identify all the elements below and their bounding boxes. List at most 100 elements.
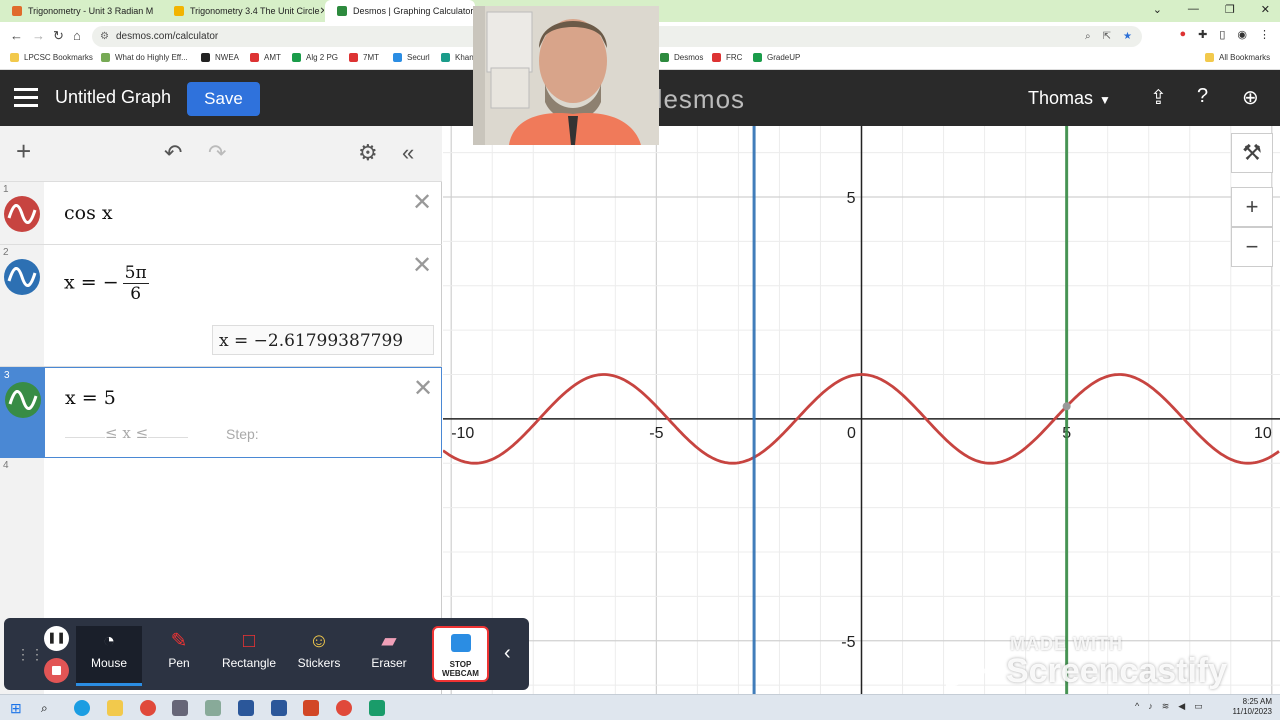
expression-math[interactable]: x = −5π 6	[64, 263, 149, 304]
zoom-out-button[interactable]: −	[1231, 227, 1273, 267]
share-icon[interactable]: ⇪	[1150, 85, 1167, 110]
delete-expression-icon[interactable]: ✕	[412, 188, 432, 217]
zoom-controls: ⚒ + −	[1231, 133, 1273, 267]
app-icon[interactable]	[369, 700, 385, 716]
bookmark-item[interactable]: Securl	[393, 53, 430, 62]
bookmark-item[interactable]: 7MT	[349, 53, 379, 62]
hamburger-menu-icon[interactable]	[14, 88, 38, 108]
reload-icon[interactable]: ↻	[53, 28, 64, 44]
expression-item-1[interactable]: 1 cos x ✕	[0, 182, 442, 245]
collapse-toolbar-icon[interactable]: ‹	[504, 642, 511, 665]
close-icon[interactable]: ✕	[1261, 3, 1270, 16]
bookmark-star-icon[interactable]: ★	[1123, 26, 1132, 47]
wifi-icon[interactable]: ≋	[1162, 701, 1170, 712]
add-item-icon[interactable]: +	[16, 136, 31, 167]
minimize-icon[interactable]: —	[1188, 3, 1199, 16]
webcam-overlay[interactable]	[473, 6, 659, 145]
powerpoint-icon[interactable]	[303, 700, 319, 716]
windows-start-icon[interactable]: ⊞	[10, 700, 26, 716]
delete-expression-icon[interactable]: ✕	[413, 374, 433, 403]
bookmark-item[interactable]: LPCSC Bookmarks	[10, 53, 93, 62]
expression-item-4[interactable]: 4	[0, 458, 442, 498]
redo-icon[interactable]: ↷	[208, 140, 226, 166]
expression-math[interactable]: cos x	[64, 202, 113, 224]
zoom-icon[interactable]: ⌕	[1085, 26, 1091, 47]
tool-mouse[interactable]: ◔ Mouse	[76, 626, 142, 686]
chrome-icon[interactable]	[336, 700, 352, 716]
stop-webcam-button[interactable]: STOP WEBCAM	[432, 626, 489, 682]
undo-icon[interactable]: ↶	[164, 140, 182, 166]
bookmark-item[interactable]: What do Highly Eff...	[101, 53, 188, 62]
tool-eraser[interactable]: ▰ Eraser	[356, 626, 422, 686]
battery-icon[interactable]: ▭	[1194, 701, 1203, 712]
bookmark-item[interactable]: Desmos	[660, 53, 703, 62]
restore-icon[interactable]: ❐	[1225, 3, 1235, 16]
bookmark-item[interactable]: Khan	[441, 53, 474, 62]
forward-arrow-icon[interactable]: →	[32, 28, 45, 43]
graph-color-icon[interactable]	[5, 382, 41, 418]
puzzle-icon[interactable]: ✚	[1198, 28, 1207, 41]
file-explorer-icon[interactable]	[107, 700, 123, 716]
save-button[interactable]: Save	[187, 82, 260, 116]
browser-tab-desmos[interactable]: Desmos | Graphing Calculator	[325, 0, 475, 22]
language-globe-icon[interactable]: ⊕	[1242, 85, 1259, 110]
home-icon[interactable]: ⌂	[73, 28, 81, 43]
profile-avatar-icon[interactable]: ◉	[1237, 28, 1247, 41]
tool-pen[interactable]: ✎ Pen	[146, 626, 212, 686]
bookmark-item[interactable]: Alg 2 PG	[292, 53, 338, 62]
microphone-icon[interactable]: ♪	[1148, 701, 1153, 712]
wrench-icon[interactable]: ⚒	[1231, 133, 1273, 173]
site-info-icon[interactable]: ⚙	[100, 26, 109, 47]
chevron-up-icon[interactable]: ^	[1135, 701, 1139, 712]
help-icon[interactable]: ?	[1197, 85, 1208, 108]
domain-restriction[interactable]: ≤ x ≤	[65, 424, 189, 442]
expression-item-3[interactable]: 3 x = 5 ✕ ≤ x ≤ Step:	[0, 367, 442, 458]
back-arrow-icon[interactable]: ←	[10, 28, 23, 43]
desmos-logo: desmos	[648, 84, 746, 114]
word-icon[interactable]	[271, 700, 287, 716]
tool-stickers[interactable]: ☺ Stickers	[286, 626, 352, 686]
tab-favicon-icon	[174, 6, 184, 16]
chrome-icon[interactable]	[140, 700, 156, 716]
collapse-panel-icon[interactable]: «	[402, 140, 414, 166]
search-icon[interactable]: ⌕	[41, 700, 57, 716]
graph-color-icon[interactable]	[4, 196, 40, 232]
app-icon[interactable]	[172, 700, 188, 716]
tab-favicon-icon	[337, 6, 347, 16]
close-icon[interactable]: ✕	[320, 6, 324, 17]
pause-button[interactable]: ❚❚	[44, 626, 69, 651]
bookmark-item[interactable]: GradeUP	[753, 53, 800, 62]
screencastify-toolbar: ⋮⋮ ❚❚ ◔ Mouse ✎ Pen □ Rectangle ☺ Stickers ▰…	[4, 618, 529, 690]
browser-tab-trig-unit3[interactable]: Trigonometry - Unit 3 Radian M	[0, 0, 162, 22]
user-menu[interactable]: Thomas ▼	[1028, 88, 1111, 109]
expression-item-2[interactable]: 2 x = −5π 6 ✕ x = −2.61799387799	[0, 245, 442, 367]
zoom-in-button[interactable]: +	[1231, 187, 1273, 227]
extension-icon[interactable]: ●	[1179, 28, 1186, 41]
drag-handle-icon[interactable]: ⋮⋮	[16, 646, 44, 663]
gear-icon[interactable]: ⚙	[358, 140, 378, 166]
expression-math[interactable]: x = 5	[65, 387, 116, 409]
bookmark-item[interactable]: FRC	[712, 53, 742, 62]
chevron-down-icon[interactable]: ⌄	[1153, 3, 1162, 16]
delete-expression-icon[interactable]: ✕	[412, 251, 432, 280]
menu-dots-icon[interactable]: ⋮	[1259, 28, 1270, 41]
tool-rectangle[interactable]: □ Rectangle	[216, 626, 282, 686]
caret-down-icon: ▼	[1099, 93, 1111, 107]
bookmark-item[interactable]: AMT	[250, 53, 281, 62]
edge-browser-icon[interactable]	[74, 700, 90, 716]
system-clock[interactable]: 8:25 AM 11/10/2023	[1233, 697, 1272, 717]
all-bookmarks[interactable]: All Bookmarks	[1205, 53, 1270, 62]
stop-recording-button[interactable]	[44, 658, 69, 683]
sidebar-icon[interactable]: ▯	[1219, 28, 1225, 41]
graph-title[interactable]: Untitled Graph	[55, 87, 171, 108]
volume-icon[interactable]: ◀	[1178, 701, 1185, 712]
browser-tab-unit-circle[interactable]: Trigonometry 3.4 The Unit Circle ✕	[162, 0, 324, 22]
graph-color-icon[interactable]	[4, 259, 40, 295]
clock-time: 8:25 AM	[1242, 697, 1272, 706]
bookmark-item[interactable]: NWEA	[201, 53, 239, 62]
tab-title: Trigonometry - Unit 3 Radian M	[28, 6, 154, 16]
graph-canvas[interactable]: -10-505105-5	[443, 126, 1280, 694]
share-icon[interactable]: ⇱	[1103, 26, 1111, 47]
word-icon[interactable]	[238, 700, 254, 716]
camera-icon[interactable]	[205, 700, 221, 716]
